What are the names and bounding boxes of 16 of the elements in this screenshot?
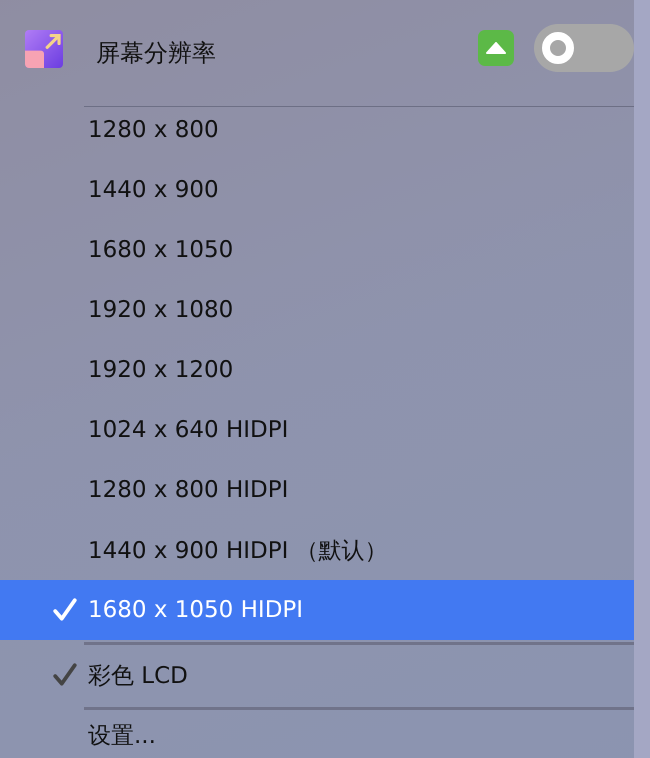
menu-title: 屏幕分辨率 (96, 38, 217, 69)
eject-button[interactable] (478, 30, 514, 66)
resolution-item[interactable]: 1680 x 1050 (0, 220, 634, 280)
resolution-item[interactable]: 1440 x 900 HIDPI （默认） (0, 520, 634, 580)
resolution-item[interactable]: 1280 x 800 HIDPI (0, 460, 634, 520)
resolution-item[interactable]: 1920 x 1080 (0, 280, 634, 340)
triangle-icon (486, 42, 506, 54)
resolution-item[interactable]: 1024 x 640 HIDPI (0, 400, 634, 460)
resolution-item[interactable]: 1920 x 1200 (0, 340, 634, 400)
settings-item[interactable]: 设置... (0, 710, 634, 758)
color-lcd-item[interactable]: 彩色 LCD (0, 645, 634, 705)
checkmark-icon (52, 597, 78, 623)
resolution-item[interactable]: 1280 x 800 (0, 100, 634, 160)
toggle-switch[interactable] (534, 24, 634, 72)
resolution-item[interactable]: 1680 x 1050 HIDPI (0, 580, 634, 640)
resolution-item[interactable]: 1440 x 900 (0, 160, 634, 220)
